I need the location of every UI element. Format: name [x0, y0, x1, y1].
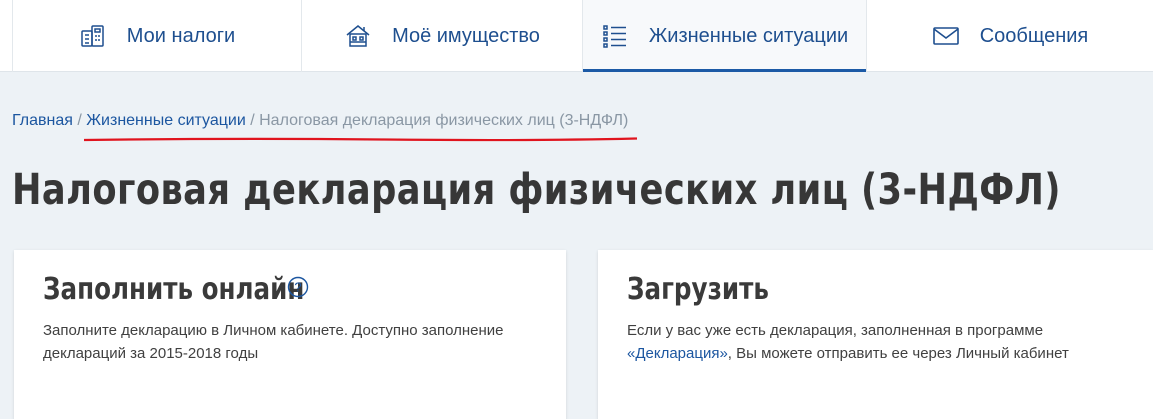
nav-item-my-taxes[interactable]: Мои налоги	[13, 0, 301, 72]
house-icon	[344, 22, 372, 50]
upload-title: Загрузить	[627, 272, 769, 307]
nav-item-messages[interactable]: Сообщения	[866, 0, 1153, 72]
upload-text-before: Если у вас уже есть декларация, заполнен…	[627, 322, 1044, 339]
svg-text:?: ?	[294, 280, 301, 295]
breadcrumb: Главная / Жизненные ситуации / Налоговая…	[12, 112, 628, 130]
nav-item-label: Моё имущество	[392, 24, 540, 47]
nav-item-my-property[interactable]: Моё имущество	[301, 0, 582, 72]
nav-item-label: Сообщения	[979, 24, 1089, 47]
top-navigation: Мои налоги Моё имущество Жизненные ситуа…	[0, 0, 1153, 72]
nav-item-label: Жизненные ситуации	[648, 24, 849, 47]
question-circle-icon[interactable]: ?	[287, 276, 309, 298]
annotation-red-underline	[84, 137, 637, 142]
breadcrumb-separator: /	[250, 112, 255, 129]
upload-text-after: , Вы можете отправить ее через Личный ка…	[727, 345, 1069, 362]
breadcrumb-section-link[interactable]: Жизненные ситуации	[86, 112, 246, 129]
page-title: Налоговая декларация физических лиц (3-Н…	[12, 165, 1061, 215]
upload-card[interactable]: Загрузить Если у вас уже есть декларация…	[598, 250, 1153, 419]
fill-online-title: Заполнить онлайн	[43, 272, 305, 307]
nav-item-label: Мои налоги	[126, 24, 236, 47]
fill-online-card[interactable]: Заполнить онлайн ? Заполните декларацию …	[14, 250, 566, 419]
declaration-program-link[interactable]: «Декларация»	[627, 345, 728, 362]
breadcrumb-home-link[interactable]: Главная	[12, 112, 73, 129]
breadcrumb-current: Налоговая декларация физических лиц (3-Н…	[259, 112, 629, 129]
checklist-icon	[601, 22, 629, 50]
fill-online-description: Заполните декларацию в Личном кабинете. …	[43, 322, 504, 362]
active-tab-indicator	[583, 69, 866, 72]
breadcrumb-separator: /	[77, 112, 82, 129]
calculator-documents-icon	[79, 22, 107, 50]
upload-description: Если у вас уже есть декларация, заполнен…	[627, 319, 1097, 365]
envelope-icon	[932, 22, 960, 50]
nav-item-life-situations[interactable]: Жизненные ситуации	[582, 0, 866, 72]
